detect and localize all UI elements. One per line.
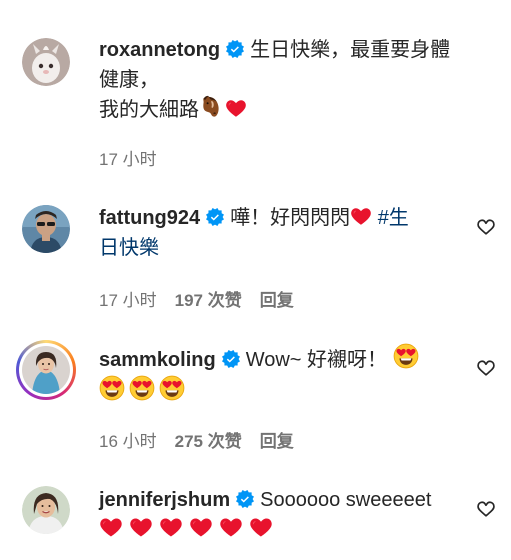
- avatar-photo: [22, 346, 70, 394]
- heart-eyes-emoji-icon: [393, 343, 419, 369]
- like-heart-icon[interactable]: [476, 499, 496, 519]
- comment-body: roxannetong 生日快樂，最重要身體 健康， 我的大細路: [99, 35, 461, 125]
- avatar-story-ring[interactable]: [16, 340, 76, 400]
- verified-badge-icon: [222, 350, 240, 368]
- verified-badge-icon: [236, 490, 254, 508]
- avatar[interactable]: [22, 38, 70, 86]
- heart-eyes-emoji-icon: [159, 375, 185, 401]
- comment-username[interactable]: sammkoling: [99, 349, 216, 371]
- hashtag-link[interactable]: #生: [378, 207, 409, 229]
- red-heart-emoji-icon: [159, 515, 183, 539]
- comment-text: Wow~ 好襯呀！: [245, 349, 388, 371]
- comment-time: 16 小时: [99, 432, 157, 451]
- red-heart-emoji-icon: [350, 205, 372, 227]
- red-heart-emoji-icon: [225, 97, 247, 119]
- comment-username[interactable]: roxannetong: [99, 39, 220, 61]
- horse-face-emoji-icon: [199, 95, 223, 119]
- avatar[interactable]: [22, 205, 70, 253]
- comment-username[interactable]: jenniferjshum: [99, 489, 230, 511]
- comment-body: jenniferjshum Soooooo sweeeeet: [99, 485, 461, 545]
- red-heart-emoji-icon: [99, 515, 123, 539]
- like-count[interactable]: 275 次赞: [175, 432, 242, 451]
- avatar[interactable]: [22, 486, 70, 534]
- hashtag-link-continued[interactable]: 日快樂: [99, 237, 159, 259]
- like-count[interactable]: 197 次赞: [175, 291, 242, 310]
- like-heart-icon[interactable]: [476, 358, 496, 378]
- comment-meta: 16 小时 275 次赞 回复: [99, 427, 312, 452]
- comment-text-continued: 健康，: [99, 69, 159, 91]
- like-heart-icon[interactable]: [476, 217, 496, 237]
- red-heart-emoji-icon: [189, 515, 213, 539]
- avatar: [19, 343, 73, 397]
- comment-time: 17 小时: [99, 150, 157, 169]
- comment-text: 嘩！好閃閃閃: [230, 207, 351, 229]
- comment-text: 生日快樂，最重要身體: [250, 39, 451, 61]
- comment-body: sammkoling Wow~ 好襯呀！: [99, 343, 461, 407]
- verified-badge-icon: [206, 208, 224, 226]
- comment-text: Soooooo sweeeeet: [260, 489, 432, 511]
- red-heart-emoji-icon: [129, 515, 153, 539]
- comment-text-continued: 我的大細路: [99, 99, 199, 121]
- comment-meta: 17 小时 197 次赞 回复: [99, 286, 312, 311]
- comment-meta: 17 小时: [99, 145, 175, 170]
- red-heart-emoji-icon: [249, 515, 273, 539]
- heart-eyes-emoji-icon: [99, 375, 125, 401]
- comment-username[interactable]: fattung924: [99, 207, 200, 229]
- verified-badge-icon: [226, 40, 244, 58]
- reply-button[interactable]: 回复: [260, 291, 294, 310]
- reply-button[interactable]: 回复: [260, 432, 294, 451]
- comment-time: 17 小时: [99, 291, 157, 310]
- heart-eyes-emoji-icon: [129, 375, 155, 401]
- comment-body: fattung924 嘩！好閃閃閃 #生 日快樂: [99, 203, 461, 263]
- red-heart-emoji-icon: [219, 515, 243, 539]
